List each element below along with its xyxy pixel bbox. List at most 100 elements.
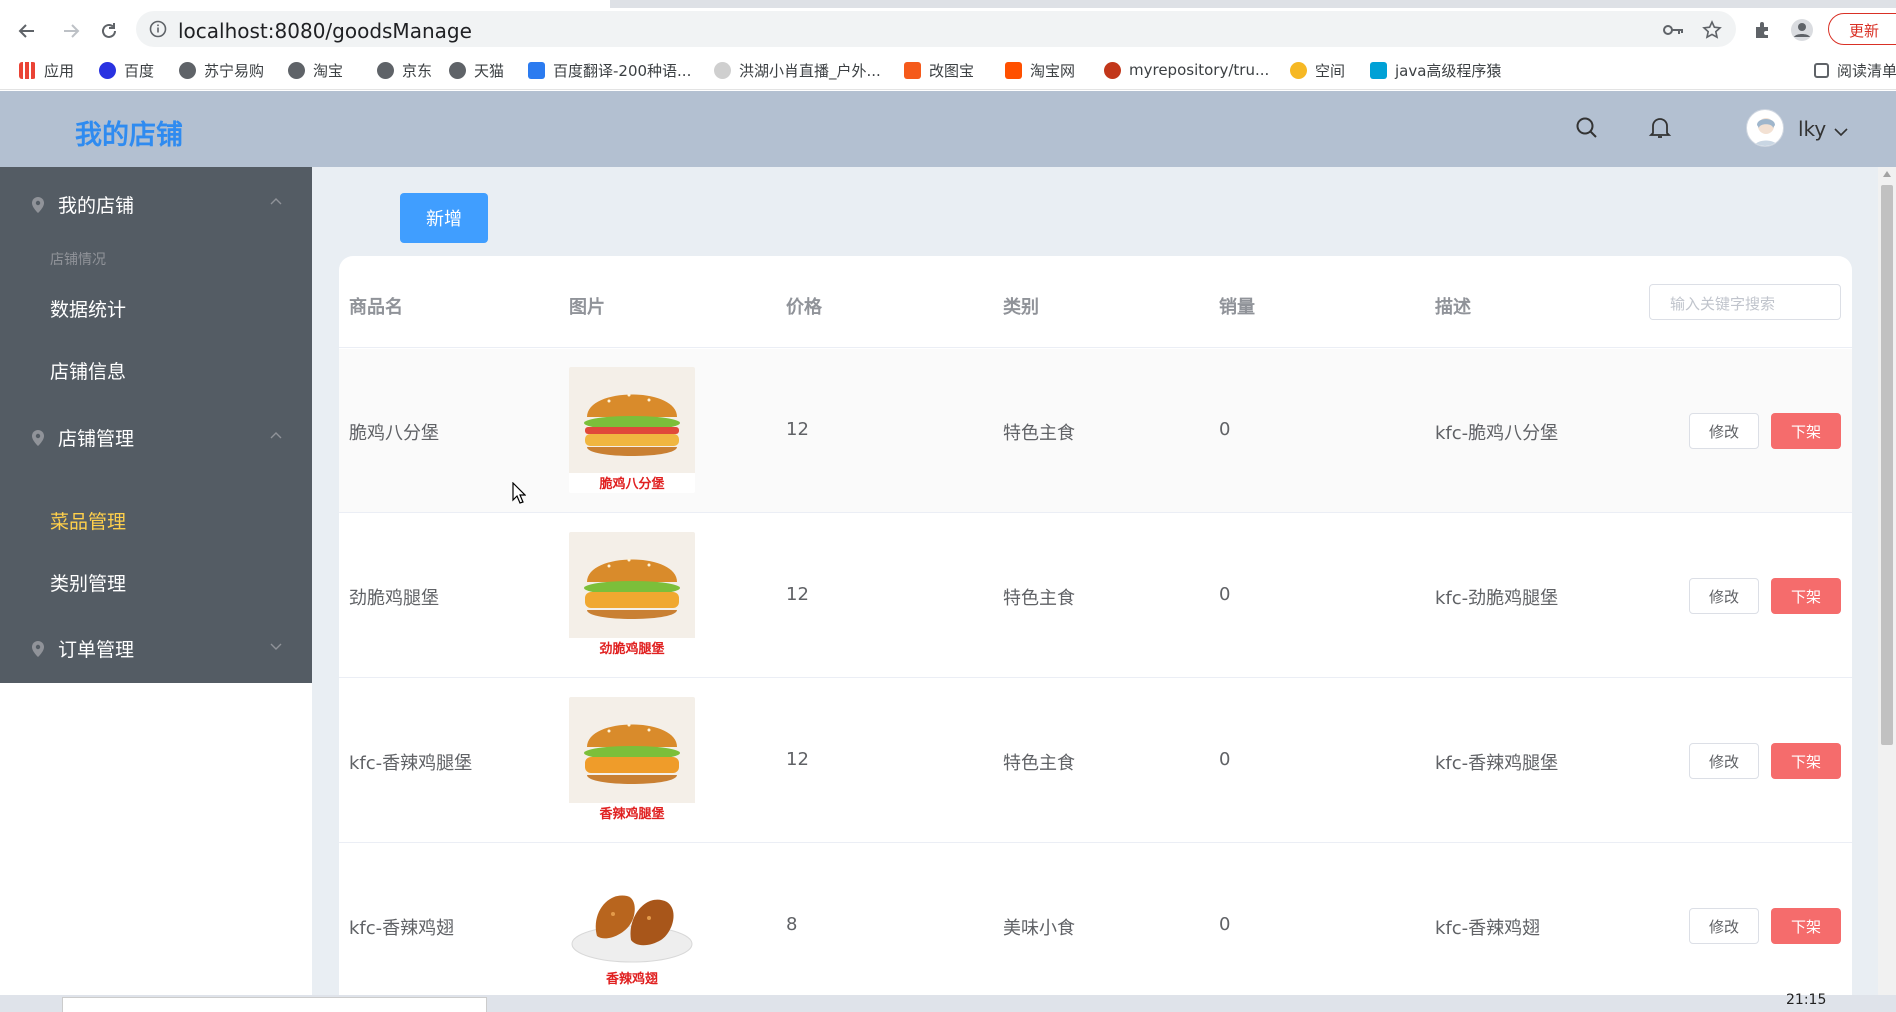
bookmark-label: 淘宝 <box>313 61 344 80</box>
take-down-button[interactable]: 下架 <box>1771 578 1841 614</box>
chevron-down-icon <box>270 643 282 650</box>
translate-icon <box>528 61 545 79</box>
app-logo-title[interactable]: 我的店铺 <box>75 113 183 152</box>
burger-image <box>584 723 680 784</box>
take-down-button[interactable]: 下架 <box>1771 908 1841 944</box>
bookmark-label: 苏宁易购 <box>204 61 265 80</box>
scrollbar-thumb[interactable] <box>1881 185 1893 745</box>
bell-icon[interactable] <box>1648 116 1672 144</box>
browser-toolbar: localhost:8080/goodsManage 更新 <box>0 8 1896 50</box>
search-icon[interactable] <box>1575 116 1599 144</box>
cell-price: 12 <box>786 419 809 440</box>
back-icon[interactable] <box>12 16 42 46</box>
cell-category: 特色主食 <box>1003 588 1075 609</box>
bookmark-label: 应用 <box>44 61 75 80</box>
reload-icon[interactable] <box>94 16 124 46</box>
edit-button[interactable]: 修改 <box>1689 908 1759 944</box>
product-image: 香辣鸡腿堡 <box>569 697 695 823</box>
scroll-up-icon[interactable] <box>1883 171 1891 177</box>
bookmark-qzone[interactable]: 空间 <box>1290 59 1345 81</box>
menu-item-category-management[interactable]: 类别管理 <box>50 569 126 596</box>
image-caption: 脆鸡八分堡 <box>599 477 665 492</box>
globe-icon <box>377 61 394 79</box>
menu-group-title: 店铺情况 <box>50 252 106 268</box>
reading-list-icon <box>1814 62 1829 78</box>
sidebar-blank-area <box>0 683 312 1012</box>
image-caption: 劲脆鸡腿堡 <box>599 642 665 657</box>
active-tab[interactable] <box>0 0 610 8</box>
address-bar[interactable]: localhost:8080/goodsManage <box>136 11 1736 47</box>
qzone-icon <box>1290 61 1307 79</box>
bookmark-baidu[interactable]: 百度 <box>99 59 154 81</box>
cell-description: kfc-劲脆鸡腿堡 <box>1435 588 1559 609</box>
bookmark-baidu-translate[interactable]: 百度翻译-200种语... <box>528 59 691 81</box>
bookmark-label: 京东 <box>402 61 433 80</box>
cell-category: 特色主食 <box>1003 753 1075 774</box>
globe-icon <box>288 61 305 79</box>
extensions-icon[interactable] <box>1751 18 1775 42</box>
bookmark-label: myrepository/tru... <box>1129 61 1270 79</box>
cell-price: 12 <box>786 584 809 605</box>
bookmark-apps[interactable]: 应用 <box>19 59 74 81</box>
taskbar-search-box[interactable] <box>62 997 487 1012</box>
site-info-icon[interactable] <box>149 20 167 42</box>
username[interactable]: lky <box>1798 117 1826 141</box>
bookmark-label: 天猫 <box>474 61 505 80</box>
chevron-down-icon[interactable] <box>1834 122 1848 141</box>
cell-sales: 0 <box>1219 749 1231 770</box>
col-header-category: 类别 <box>1003 297 1039 318</box>
page-scrollbar[interactable] <box>1878 167 1896 1012</box>
bookmark-suning[interactable]: 苏宁易购 <box>179 59 264 81</box>
submenu-shop-management[interactable]: 店铺管理 <box>30 424 134 451</box>
edit-button[interactable]: 修改 <box>1689 413 1759 449</box>
take-down-button[interactable]: 下架 <box>1771 413 1841 449</box>
bookmark-live[interactable]: 洪湖小肖直播_户外... <box>714 59 881 81</box>
forward-icon[interactable] <box>56 16 86 46</box>
submenu-my-shop[interactable]: 我的店铺 <box>30 191 134 218</box>
bookmark-reading-list[interactable]: 阅读清单 <box>1814 59 1896 81</box>
edit-button[interactable]: 修改 <box>1689 743 1759 779</box>
menu-item-data-stats[interactable]: 数据统计 <box>50 295 126 322</box>
col-header-price: 价格 <box>786 297 822 318</box>
submenu-label: 店铺管理 <box>58 428 135 450</box>
location-icon <box>32 640 44 657</box>
apps-grid-icon <box>19 61 36 79</box>
url-text[interactable]: localhost:8080/goodsManage <box>178 19 472 43</box>
update-button[interactable]: 更新 <box>1828 13 1896 45</box>
add-button[interactable]: 新增 <box>400 193 488 243</box>
table-row: kfc-香辣鸡翅 香辣鸡翅 8 美味小食 0 kfc-香辣鸡翅 修改 下架 <box>339 844 1852 1008</box>
star-icon[interactable] <box>1700 18 1724 42</box>
table-row: 劲脆鸡腿堡 劲脆鸡腿堡 12 特色主食 0 kfc-劲脆鸡腿堡 修改 下架 <box>339 514 1852 678</box>
image-caption: 香辣鸡腿堡 <box>599 807 665 822</box>
taskbar-clock: 21:15 <box>1786 992 1827 1008</box>
bookmark-gaitubao[interactable]: 改图宝 <box>904 59 974 81</box>
bookmark-jd[interactable]: 京东 <box>377 59 432 81</box>
cell-sales: 0 <box>1219 584 1231 605</box>
profile-icon[interactable] <box>1790 18 1814 42</box>
menu-item-dish-management[interactable]: 菜品管理 <box>50 507 126 534</box>
edit-button[interactable]: 修改 <box>1689 578 1759 614</box>
table-header: 商品名 图片 价格 类别 销量 描述 输入关键字搜索 <box>339 256 1852 348</box>
menu-item-shop-info[interactable]: 店铺信息 <box>50 357 126 384</box>
cell-sales: 0 <box>1219 914 1231 935</box>
bookmark-repository[interactable]: myrepository/tru... <box>1104 59 1269 81</box>
take-down-button[interactable]: 下架 <box>1771 743 1841 779</box>
search-input[interactable]: 输入关键字搜索 <box>1649 284 1841 320</box>
update-label: 更新 <box>1849 22 1880 40</box>
bookmark-taobao[interactable]: 淘宝 <box>288 59 343 81</box>
bookmark-bilibili[interactable]: java高级程序猿 <box>1370 59 1501 81</box>
avatar[interactable] <box>1746 109 1784 147</box>
app-header: 我的店铺 lky <box>0 91 1896 167</box>
cell-price: 12 <box>786 749 809 770</box>
cell-name: 劲脆鸡腿堡 <box>349 588 439 609</box>
location-icon <box>32 429 44 446</box>
key-icon[interactable] <box>1662 18 1686 42</box>
col-header-name: 商品名 <box>349 297 403 318</box>
bookmark-taobaowang[interactable]: 淘宝网 <box>1005 59 1075 81</box>
product-image: 脆鸡八分堡 <box>569 367 695 493</box>
submenu-order-management[interactable]: 订单管理 <box>30 635 134 662</box>
cell-name: 脆鸡八分堡 <box>349 423 439 444</box>
mouse-cursor-icon <box>512 482 526 504</box>
cell-name: kfc-香辣鸡翅 <box>349 918 455 939</box>
bookmark-tmall[interactable]: 天猫 <box>449 59 504 81</box>
